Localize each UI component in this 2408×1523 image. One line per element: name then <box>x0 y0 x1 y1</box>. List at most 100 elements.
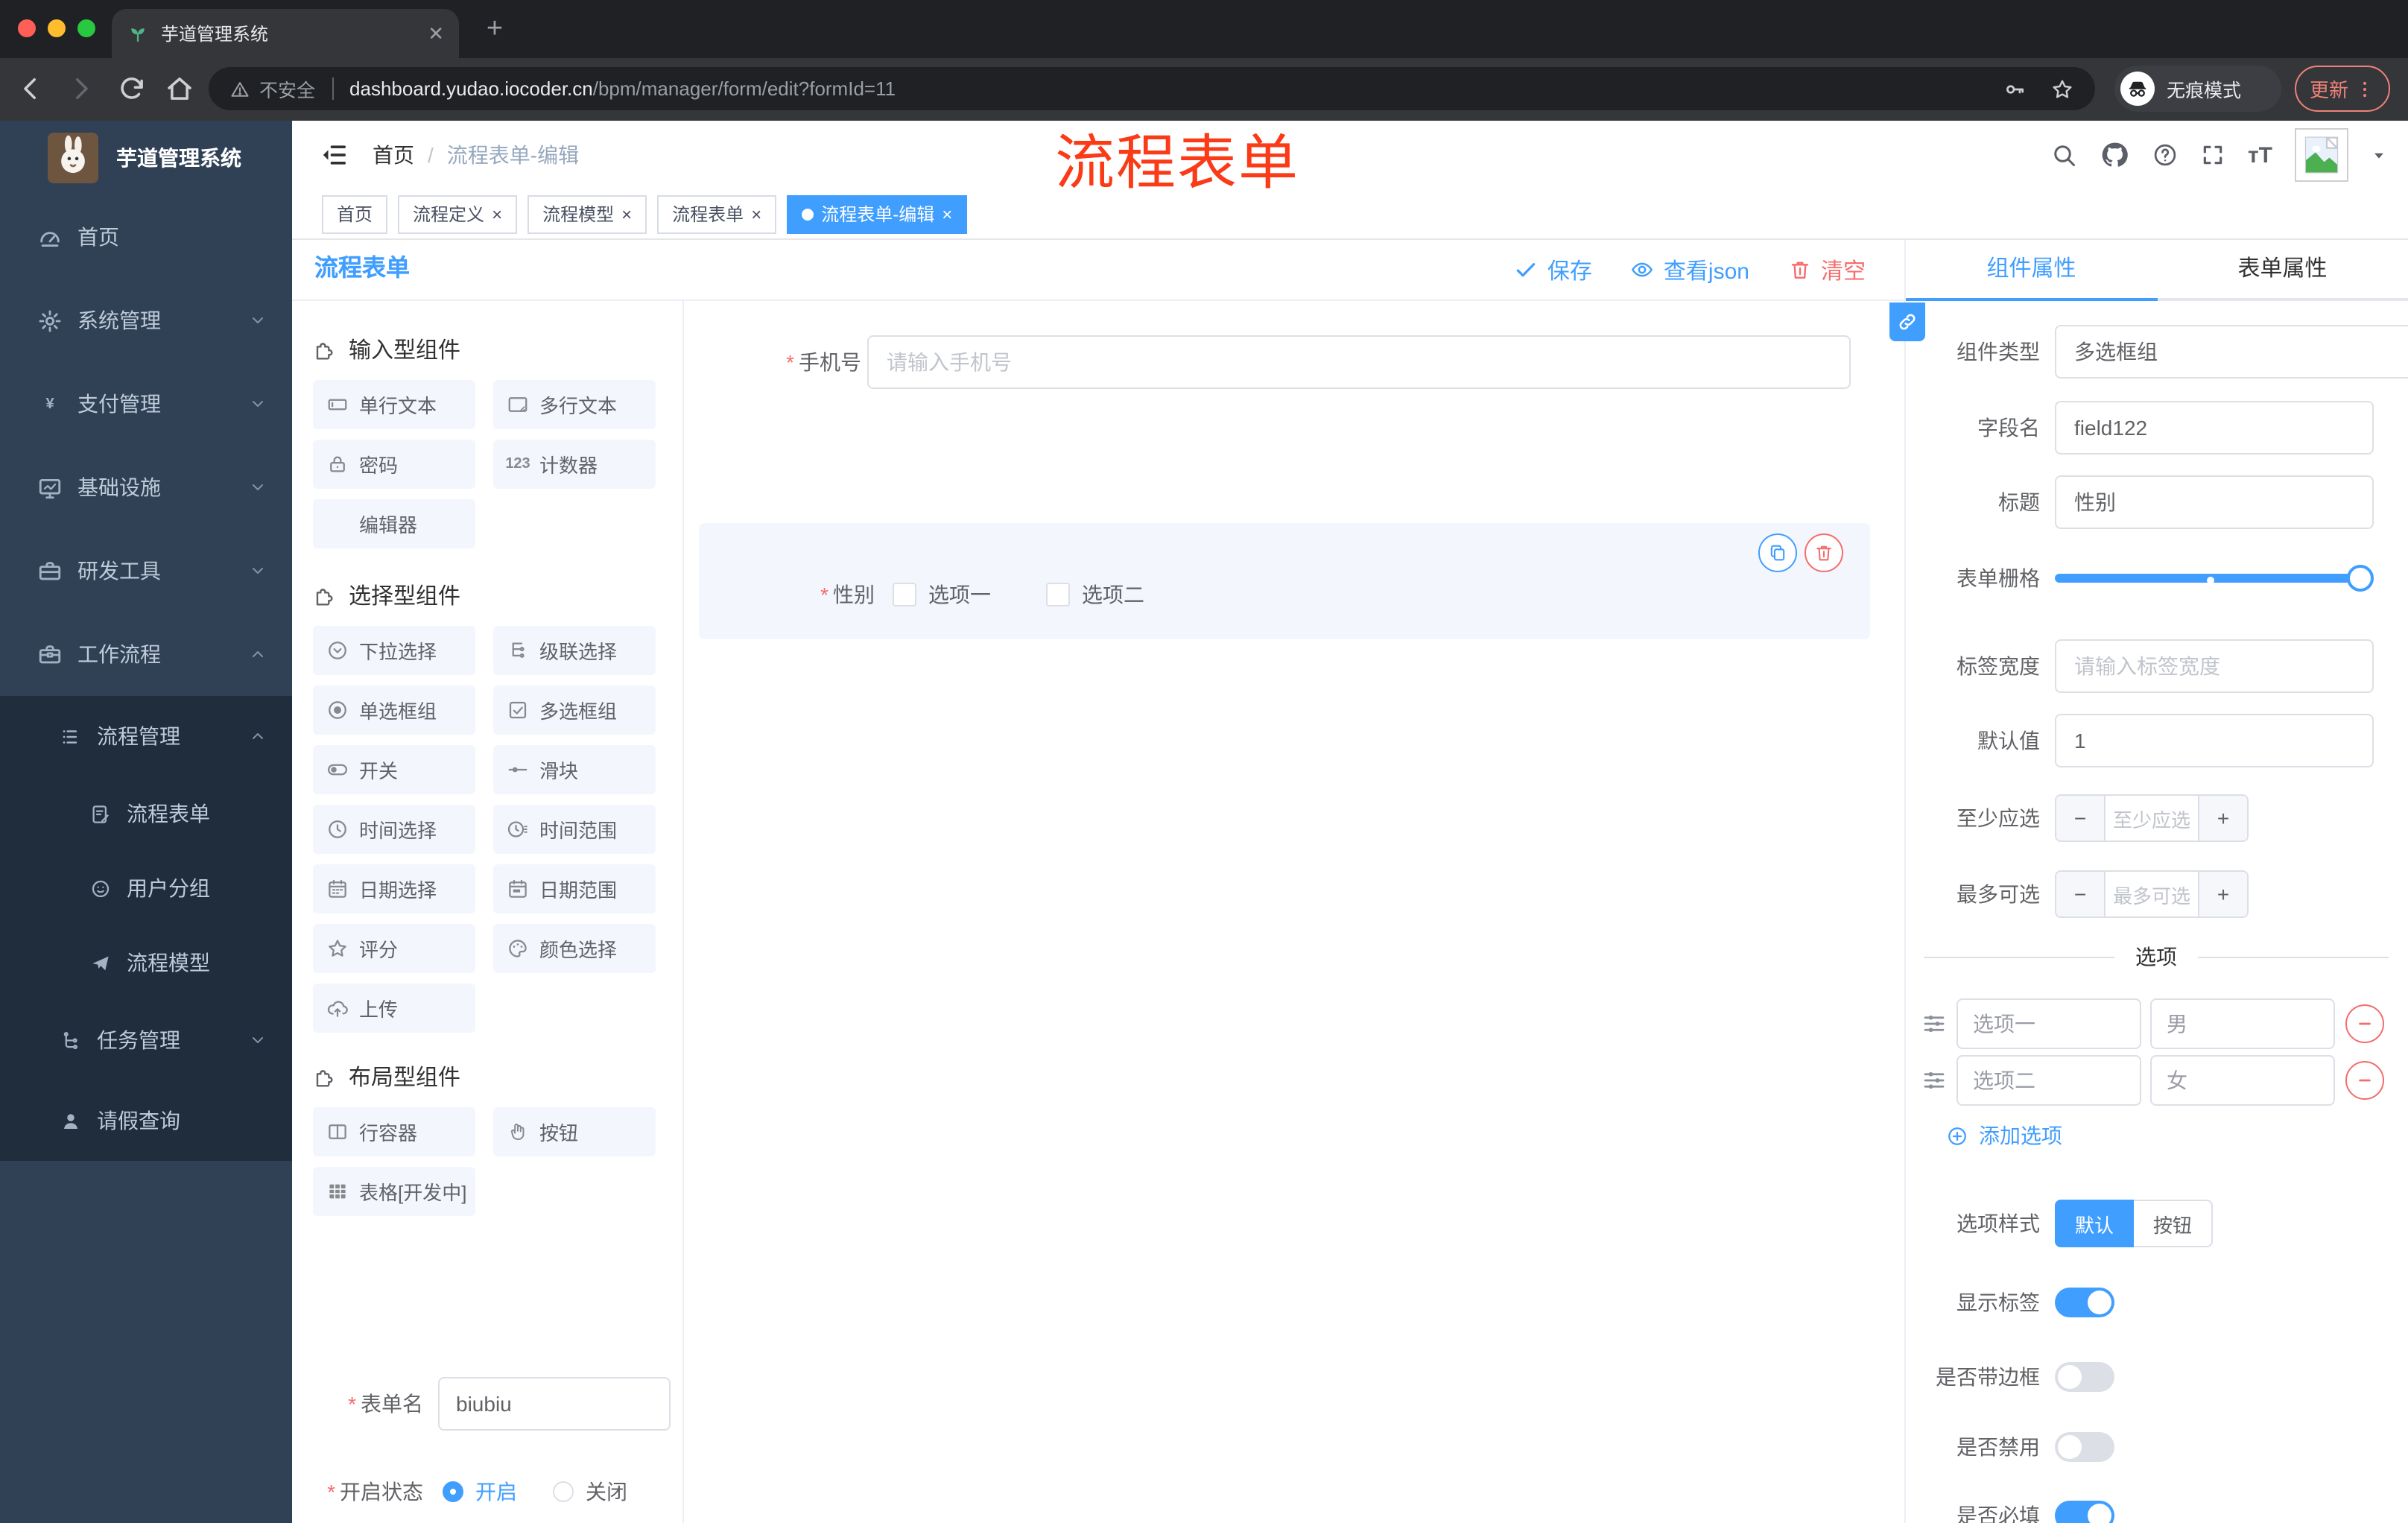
sidebar-item-user-group[interactable]: 用户分组 <box>0 851 292 925</box>
stepper-decrease-button[interactable]: − <box>2056 872 2106 916</box>
component-pill-editor[interactable]: 编辑器 <box>313 499 475 548</box>
gender-option-1[interactable]: 选项一 <box>893 580 991 609</box>
tag-close-icon[interactable]: × <box>621 205 632 223</box>
max-select-stepper[interactable]: − 最多可选 + <box>2055 870 2249 918</box>
copy-component-button[interactable] <box>1758 533 1797 572</box>
password-key-icon[interactable] <box>2003 77 2027 101</box>
option-label-input[interactable]: 选项一 <box>1956 998 2141 1049</box>
component-pill-password[interactable]: 密码 <box>313 440 475 489</box>
component-pill-color-picker[interactable]: 颜色选择 <box>493 924 656 973</box>
minimize-window-button[interactable] <box>48 19 66 37</box>
tag-close-icon[interactable]: × <box>942 205 952 223</box>
drag-handle-icon[interactable] <box>1921 1010 1948 1037</box>
toggle-with-border[interactable] <box>2055 1362 2114 1392</box>
tag-home[interactable]: 首页 <box>322 194 388 233</box>
toggle-disabled[interactable] <box>2055 1432 2114 1462</box>
phone-input[interactable]: 请输入手机号 <box>867 335 1851 389</box>
option-style-button[interactable]: 按钮 <box>2134 1200 2213 1247</box>
search-icon[interactable] <box>2051 142 2078 168</box>
forward-icon[interactable] <box>66 73 97 104</box>
component-pill-time-picker[interactable]: 时间选择 <box>313 805 475 854</box>
tab-close-icon[interactable]: ✕ <box>428 22 444 45</box>
tag-close-icon[interactable]: × <box>751 205 761 223</box>
option-value-input[interactable]: 男 <box>2150 998 2335 1049</box>
min-select-placeholder[interactable]: 至少应选 <box>2106 796 2198 840</box>
toggle-show-label[interactable] <box>2055 1288 2114 1317</box>
option-value-input[interactable]: 女 <box>2150 1055 2335 1106</box>
close-window-button[interactable] <box>18 19 36 37</box>
fullscreen-icon[interactable] <box>2202 143 2225 167</box>
component-pill-time-range[interactable]: 时间范围 <box>493 805 656 854</box>
sidebar-item-process-form[interactable]: 流程表单 <box>0 776 292 851</box>
toggle-required[interactable] <box>2055 1501 2114 1523</box>
home-icon[interactable] <box>164 73 195 104</box>
status-on-label[interactable]: 开启 <box>475 1477 517 1507</box>
add-option-button[interactable]: 添加选项 <box>1946 1121 2062 1150</box>
sidebar-item-workflow[interactable]: 工作流程 <box>0 612 292 696</box>
component-pill-switch[interactable]: 开关 <box>313 745 475 794</box>
component-pill-slider[interactable]: 滑块 <box>493 745 656 794</box>
sidebar-item-devtools[interactable]: 研发工具 <box>0 529 292 612</box>
slider-handle[interactable] <box>2347 565 2374 592</box>
component-pill-counter[interactable]: 123 计数器 <box>493 440 656 489</box>
tab-form-props[interactable]: 表单属性 <box>2157 240 2408 301</box>
sidebar-item-system[interactable]: 系统管理 <box>0 279 292 362</box>
remove-option-button[interactable] <box>2345 1061 2384 1100</box>
component-pill-cascader[interactable]: 级联选择 <box>493 626 656 675</box>
save-button[interactable]: 保存 <box>1515 254 1592 285</box>
gender-option-2[interactable]: 选项二 <box>1046 580 1144 609</box>
hamburger-icon[interactable] <box>319 140 349 170</box>
tag-process-form-edit[interactable]: 流程表单-编辑 × <box>787 194 968 233</box>
tab-component-props[interactable]: 组件属性 <box>1906 240 2157 301</box>
component-type-select[interactable]: 多选框组 <box>2055 325 2408 379</box>
help-icon[interactable] <box>2152 142 2179 168</box>
status-on-radio[interactable] <box>443 1481 463 1502</box>
browser-tab[interactable]: 芋道管理系统 ✕ <box>112 9 459 58</box>
github-icon[interactable] <box>2100 140 2130 170</box>
delete-component-button[interactable] <box>1805 533 1843 572</box>
browser-menu-dots-icon[interactable] <box>2354 78 2375 99</box>
sidebar-item-leave-query[interactable]: 请假查询 <box>0 1080 292 1161</box>
avatar[interactable] <box>2295 128 2348 182</box>
sidebar-item-infra[interactable]: 基础设施 <box>0 446 292 529</box>
label-width-input[interactable]: 请输入标签宽度 <box>2055 639 2374 693</box>
checkbox-icon[interactable] <box>893 583 916 607</box>
component-pill-row-container[interactable]: 行容器 <box>313 1107 475 1156</box>
component-pill-table-dev[interactable]: 表格[开发中] <box>313 1167 475 1216</box>
field-name-input[interactable]: field122 <box>2055 401 2374 455</box>
tag-process-def[interactable]: 流程定义 × <box>398 194 518 233</box>
option-label-input[interactable]: 选项二 <box>1956 1055 2141 1106</box>
stepper-increase-button[interactable]: + <box>2198 872 2247 916</box>
default-value-input[interactable]: 1 <box>2055 714 2374 767</box>
stepper-increase-button[interactable]: + <box>2198 796 2247 840</box>
component-pill-select[interactable]: 下拉选择 <box>313 626 475 675</box>
form-name-input[interactable]: biubiu <box>438 1377 671 1431</box>
component-pill-button[interactable]: 按钮 <box>493 1107 656 1156</box>
back-icon[interactable] <box>15 73 46 104</box>
option-style-default[interactable]: 默认 <box>2055 1200 2134 1247</box>
drag-handle-icon[interactable] <box>1921 1067 1948 1094</box>
sidebar-item-home[interactable]: 首页 <box>0 195 292 279</box>
view-json-button[interactable]: 查看json <box>1631 254 1749 285</box>
sidebar-item-process-model[interactable]: 流程模型 <box>0 925 292 1000</box>
bookmark-star-icon[interactable] <box>2050 77 2074 101</box>
browser-update-button[interactable]: 更新 <box>2295 66 2390 112</box>
component-pill-upload[interactable]: 上传 <box>313 984 475 1033</box>
component-pill-date-range[interactable]: 日期范围 <box>493 864 656 914</box>
tag-close-icon[interactable]: × <box>492 205 502 223</box>
clear-button[interactable]: 清空 <box>1788 254 1866 285</box>
selected-component-block[interactable]: * 性别 选项一 选项二 <box>699 523 1870 639</box>
sidebar-item-process-mgmt[interactable]: 流程管理 <box>0 696 292 776</box>
sidebar-item-task-mgmt[interactable]: 任务管理 <box>0 1000 292 1080</box>
stepper-decrease-button[interactable]: − <box>2056 796 2106 840</box>
zoom-window-button[interactable] <box>77 19 95 37</box>
font-size-icon[interactable]: тT <box>2248 142 2272 168</box>
component-pill-single-line-text[interactable]: 单行文本 <box>313 380 475 429</box>
remove-option-button[interactable] <box>2345 1004 2384 1043</box>
title-input[interactable]: 性别 <box>2055 475 2374 529</box>
new-tab-button[interactable]: + <box>477 12 513 48</box>
checkbox-icon[interactable] <box>1046 583 1070 607</box>
min-select-stepper[interactable]: − 至少应选 + <box>2055 794 2249 842</box>
component-pill-multi-line-text[interactable]: 多行文本 <box>493 380 656 429</box>
status-off-label[interactable]: 关闭 <box>586 1477 627 1507</box>
